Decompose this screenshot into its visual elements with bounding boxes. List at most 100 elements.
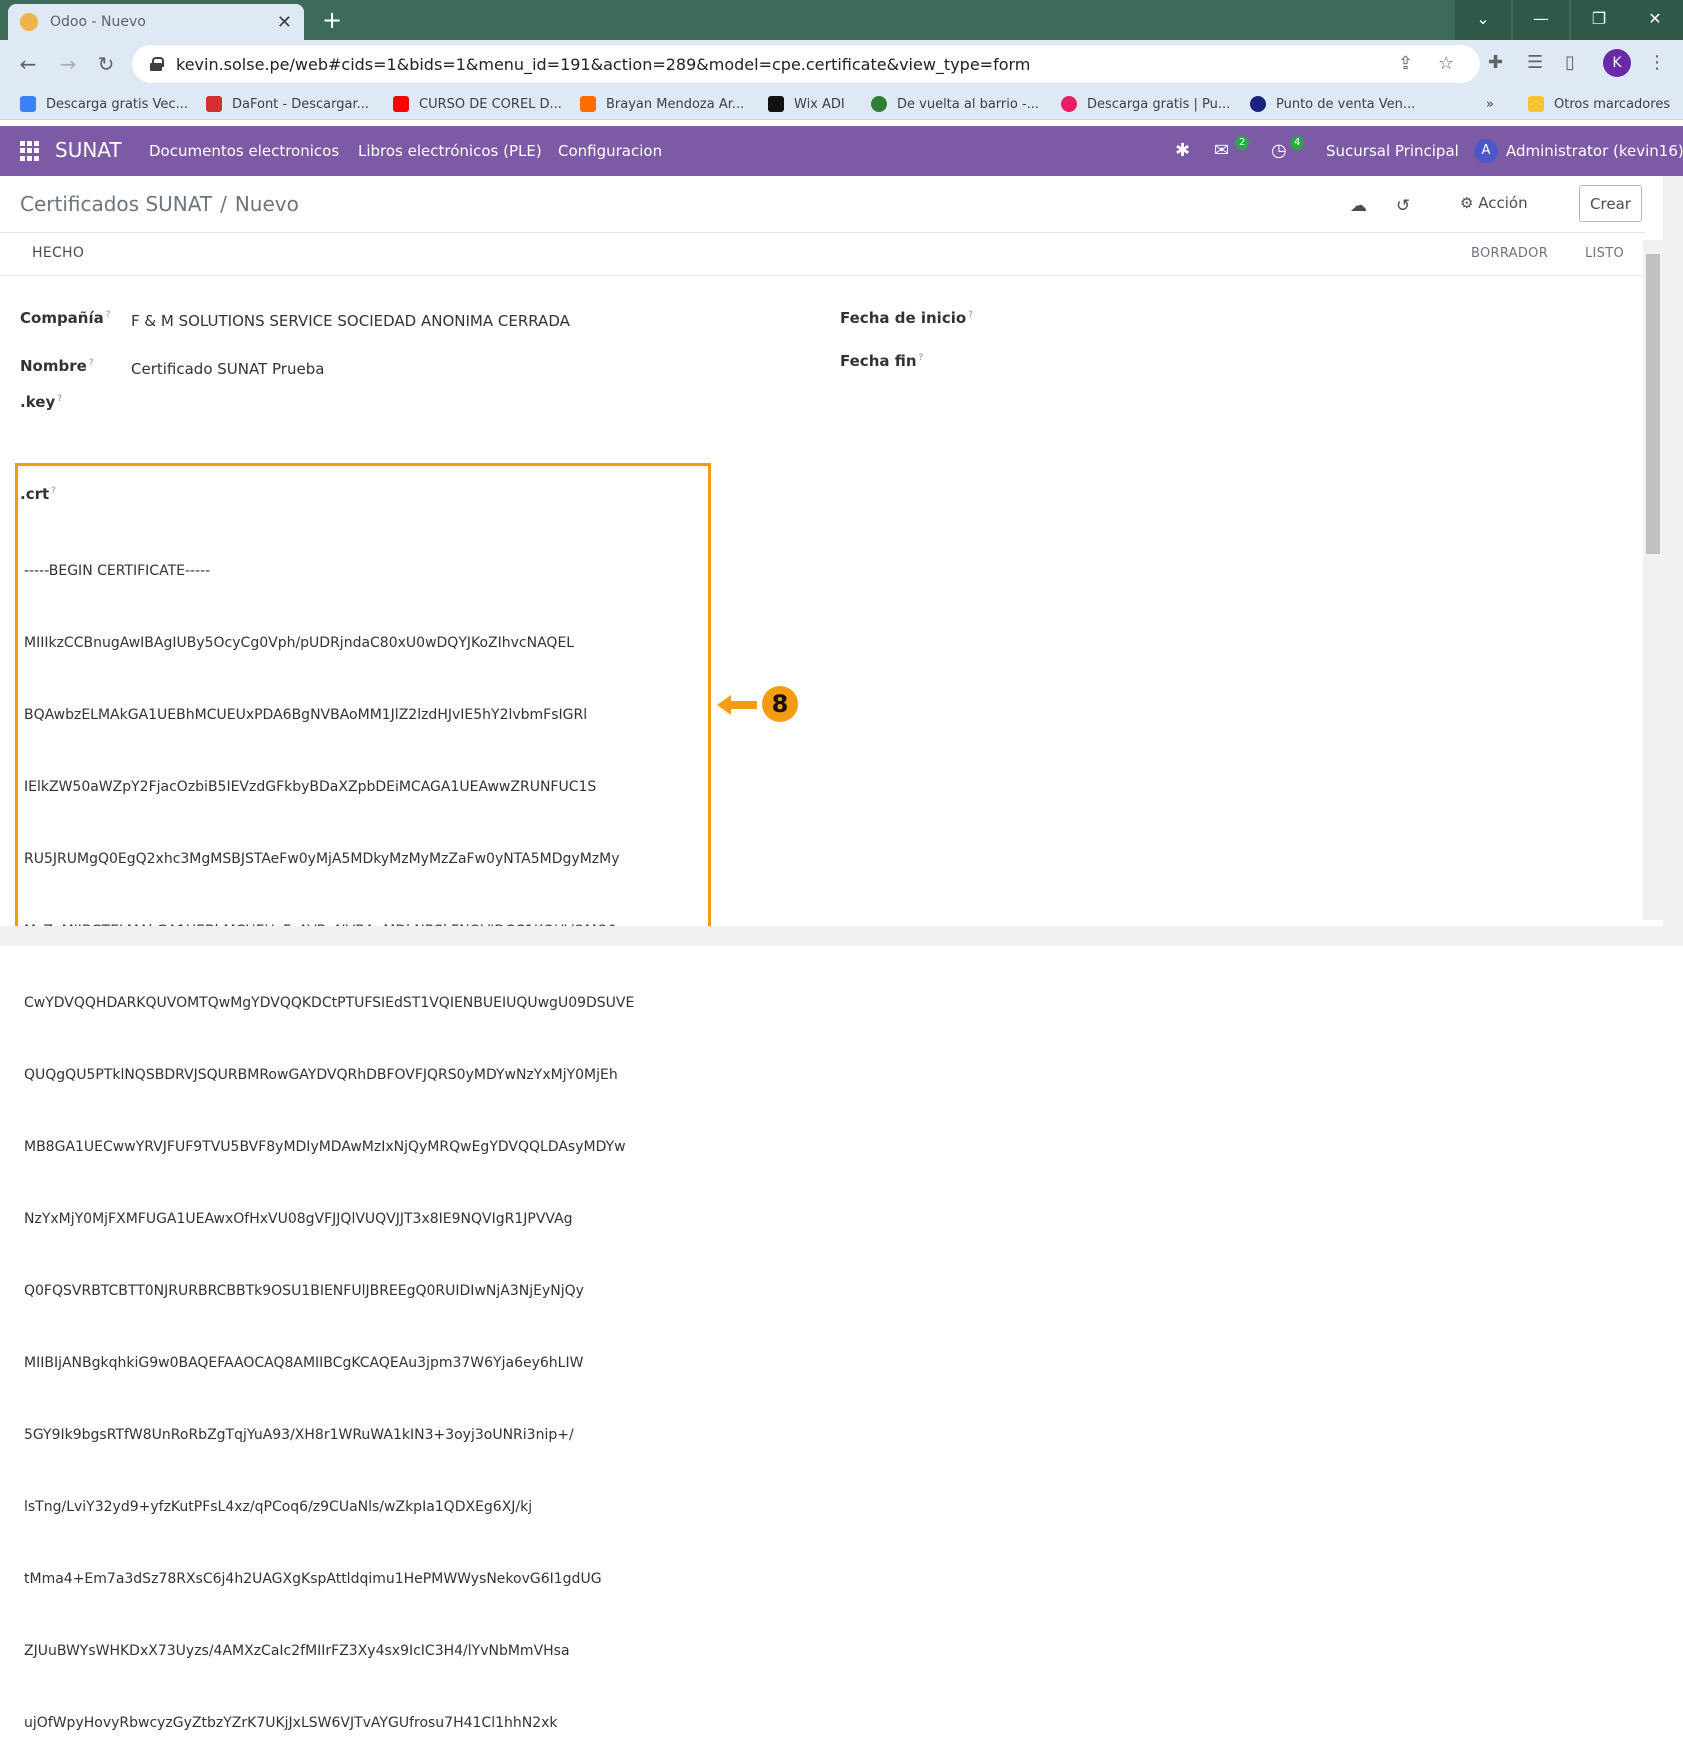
horizontal-scrollbar[interactable]	[0, 926, 1663, 946]
folder-icon	[1528, 96, 1544, 112]
save-cloud-icon[interactable]: ☁	[1350, 196, 1367, 216]
activities-count-badge: 4	[1290, 136, 1305, 150]
stage-listo[interactable]: LISTO	[1585, 246, 1624, 261]
browser-tab-bar: Odoo - Nuevo ✕ + ⌄ — ❐ ✕	[0, 0, 1683, 40]
debug-bug-icon[interactable]: ✱	[1175, 140, 1190, 161]
menu-configuracion[interactable]: Configuracion	[558, 142, 662, 160]
forward-icon[interactable]: →	[54, 50, 82, 78]
lock-icon[interactable]	[150, 57, 164, 71]
odoo-navbar: SUNAT Documentos electronicos Libros ele…	[0, 126, 1683, 176]
gear-icon: ⚙	[1460, 194, 1474, 212]
wix-icon	[768, 96, 784, 112]
browser-toolbar: ← → ↻ kevin.solse.pe/web#cids=1&bids=1&m…	[0, 40, 1683, 88]
activities-clock-icon[interactable]: ◷	[1271, 140, 1287, 161]
end-date-label: Fecha fin?	[840, 352, 924, 370]
app-brand[interactable]: SUNAT	[55, 138, 122, 162]
bookmark-item[interactable]: Descarga gratis | Pu...	[1061, 94, 1230, 114]
bookmark-favicon-icon	[20, 96, 36, 112]
annotation-arrow-icon	[717, 695, 757, 715]
browser-tab[interactable]: Odoo - Nuevo ✕	[8, 4, 304, 40]
crt-line: IElkZW50aWZpY2FjacOzbiB5IEVzdGFkbyBDaXZp…	[24, 779, 597, 795]
side-panel-icon[interactable]: ▯	[1565, 52, 1575, 73]
user-menu[interactable]: Administrator (kevin16)	[1506, 142, 1683, 160]
breadcrumb-parent[interactable]: Certificados SUNAT	[20, 192, 212, 216]
crt-line: MB8GA1UECwwYRVJFUF9TVU5BVF8yMDIyMDAwMzIx…	[24, 1139, 626, 1155]
browser-menu-icon[interactable]: ⋮	[1648, 52, 1666, 73]
minimize-icon[interactable]: —	[1513, 0, 1569, 40]
help-icon[interactable]: ?	[89, 358, 94, 368]
crt-line: -----BEGIN CERTIFICATE-----	[24, 563, 211, 579]
bookmark-item[interactable]: Punto de venta Ven...	[1250, 94, 1415, 114]
user-avatar[interactable]: A	[1474, 139, 1498, 163]
menu-libros[interactable]: Libros electrónicos (PLE)	[358, 142, 542, 160]
messages-icon[interactable]: ✉	[1214, 140, 1229, 161]
crt-line: BQAwbzELMAkGA1UEBhMCUEUxPDA6BgNVBAoMM1Jl…	[24, 707, 588, 723]
close-window-icon[interactable]: ✕	[1627, 0, 1683, 40]
bookmark-favicon-icon	[206, 96, 222, 112]
bookmark-favicon-icon	[580, 96, 596, 112]
start-date-label: Fecha de inicio?	[840, 309, 973, 327]
extensions-icon[interactable]: ✚	[1488, 52, 1503, 73]
crt-label: .crt?	[20, 485, 56, 503]
crt-certificate-field[interactable]: -----BEGIN CERTIFICATE----- MIIIkzCCBnug…	[24, 511, 634, 1759]
restore-icon[interactable]: ❐	[1571, 0, 1627, 40]
name-label: Nombre?	[20, 357, 94, 375]
address-bar[interactable]: kevin.solse.pe/web#cids=1&bids=1&menu_id…	[132, 45, 1480, 83]
play-icon	[871, 96, 887, 112]
create-button[interactable]: Crear	[1579, 185, 1642, 222]
crt-line: MIIIkzCCBnugAwIBAgIUBy5OcyCg0Vph/pUDRjnd…	[24, 635, 575, 651]
bookmark-item[interactable]: De vuelta al barrio -...	[871, 94, 1039, 114]
page-scrollbar[interactable]	[1663, 176, 1683, 946]
company-field[interactable]: F & M SOLUTIONS SERVICE SOCIEDAD ANONIMA…	[131, 312, 570, 330]
tab-search-icon[interactable]: ⌄	[1455, 0, 1511, 40]
name-field[interactable]: Certificado SUNAT Prueba	[131, 360, 324, 378]
help-icon[interactable]: ?	[919, 353, 924, 363]
bookmark-item[interactable]: Descarga gratis Vec...	[20, 94, 188, 114]
share-icon[interactable]: ⇪	[1398, 53, 1413, 74]
breadcrumb-current: Nuevo	[234, 192, 299, 216]
profile-avatar[interactable]: K	[1603, 49, 1631, 77]
back-icon[interactable]: ←	[14, 50, 42, 78]
url-text[interactable]: kevin.solse.pe/web#cids=1&bids=1&menu_id…	[176, 55, 1030, 74]
stage-borrador[interactable]: BORRADOR	[1471, 246, 1548, 261]
help-icon[interactable]: ?	[106, 310, 111, 320]
crt-line: 5GY9Ik9bgsRTfW8UnRoRbZgTqjYuA93/XH8r1WRu…	[24, 1427, 574, 1443]
reading-list-icon[interactable]: ☰	[1527, 52, 1543, 73]
bookmark-favicon-icon	[1250, 96, 1266, 112]
help-icon[interactable]: ?	[968, 310, 973, 320]
bookmarks-bar: Descarga gratis Vec... DaFont - Descarga…	[0, 88, 1683, 120]
crt-line: RU5JRUMgQ0EgQ2xhc3MgMSBJSTAeFw0yMjA5MDky…	[24, 851, 620, 867]
bookmark-item[interactable]: Wix ADI	[768, 94, 845, 114]
crt-line: ZJUuBWYsWHKDxX73Uyzs/4AMXzCaIc2fMIIrFZ3X…	[24, 1643, 570, 1659]
bookmark-favicon-icon	[1061, 96, 1077, 112]
annotation-step-number: 8	[762, 686, 798, 722]
reload-icon[interactable]: ↻	[92, 50, 120, 78]
crt-line: lsTng/LviY32yd9+yfzKutPFsL4xz/qPCoq6/z9C…	[24, 1499, 533, 1515]
breadcrumb-separator: /	[220, 192, 227, 216]
bookmark-item[interactable]: DaFont - Descargar...	[206, 94, 369, 114]
form-scrollbar-thumb[interactable]	[1646, 254, 1660, 554]
menu-documentos[interactable]: Documentos electronicos	[149, 142, 339, 160]
crt-line: NzYxMjY0MjFXMFUGA1UEAwxOfHxVU08gVFJJQlVU…	[24, 1211, 573, 1227]
key-label: .key?	[20, 393, 63, 411]
other-bookmarks-folder[interactable]: Otros marcadores	[1528, 94, 1670, 114]
help-icon[interactable]: ?	[51, 486, 56, 496]
crt-line: CwYDVQQHDARKQUVOMTQwMgYDVQQKDCtPTUFSIEdS…	[24, 995, 635, 1011]
close-tab-icon[interactable]: ✕	[277, 12, 292, 33]
discard-icon[interactable]: ↺	[1396, 196, 1410, 216]
company-label: Compañía?	[20, 309, 111, 327]
form-statusbar: HECHO BORRADOR LISTO	[0, 232, 1645, 276]
bookmark-item[interactable]: CURSO DE COREL D...	[393, 94, 562, 114]
odoo-favicon-icon	[20, 13, 38, 31]
help-icon[interactable]: ?	[57, 394, 62, 404]
more-bookmarks-icon[interactable]: »	[1486, 94, 1494, 114]
bookmark-item[interactable]: Brayan Mendoza Ar...	[580, 94, 744, 114]
new-tab-icon[interactable]: +	[318, 6, 346, 34]
branch-switcher[interactable]: Sucursal Principal	[1326, 142, 1459, 160]
breadcrumb: Certificados SUNAT / Nuevo	[20, 192, 299, 216]
messages-count-badge: 2	[1235, 136, 1250, 150]
done-button[interactable]: HECHO	[32, 245, 84, 261]
action-menu[interactable]: ⚙ Acción	[1460, 194, 1528, 212]
apps-menu-icon[interactable]	[20, 141, 40, 161]
bookmark-star-icon[interactable]: ☆	[1438, 53, 1454, 74]
